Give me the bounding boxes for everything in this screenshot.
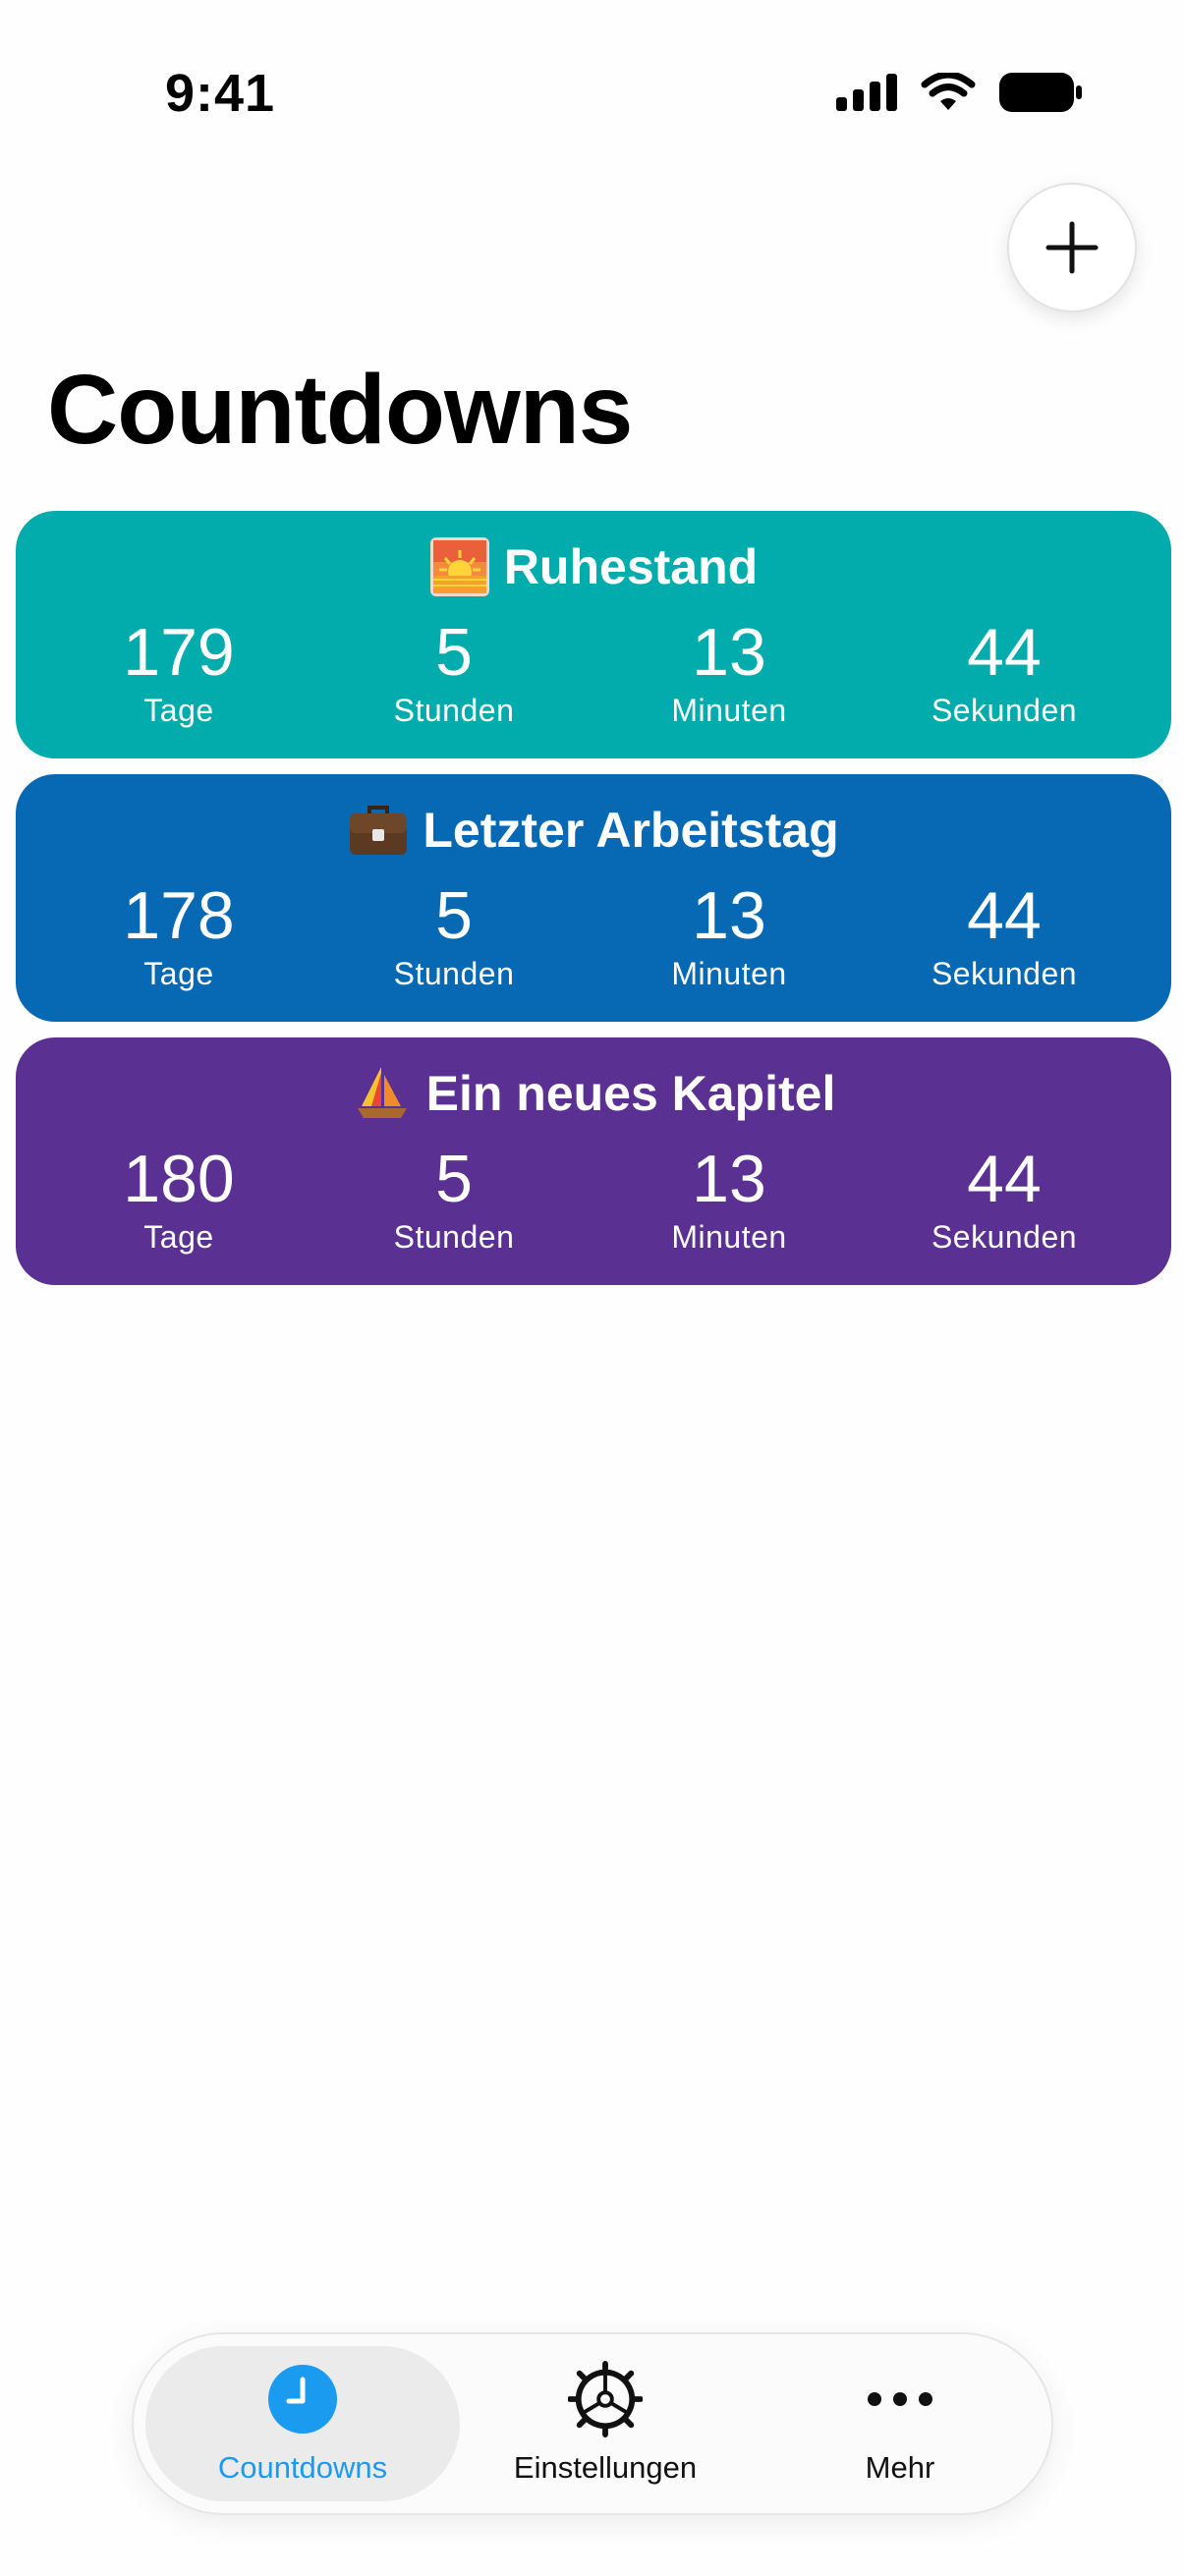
seconds-value: 44	[967, 1142, 1042, 1216]
clock-icon	[265, 2362, 340, 2436]
card-title: Ein neues Kapitel	[425, 1066, 836, 1121]
plus-icon	[1045, 221, 1099, 274]
minutes-value: 13	[692, 1142, 766, 1216]
minutes-unit: 13 Minuten	[601, 617, 857, 731]
card-header: Ruhestand	[16, 536, 1171, 597]
tab-more[interactable]: Mehr	[753, 2346, 1047, 2501]
seconds-label: Sekunden	[931, 1219, 1078, 1255]
tab-bar: Countdowns Einstellungen Mehr	[132, 2332, 1053, 2515]
countdown-card-ruhestand[interactable]: Ruhestand 179 Tage 5 Stunden 13 Minuten …	[16, 511, 1171, 758]
days-label: Tage	[143, 956, 214, 991]
minutes-label: Minuten	[671, 693, 787, 728]
battery-icon	[999, 73, 1082, 112]
days-value: 180	[123, 1142, 235, 1216]
cellular-signal-icon	[836, 74, 897, 111]
status-time: 9:41	[165, 64, 276, 123]
days-unit: 178 Tage	[51, 880, 307, 994]
add-countdown-button[interactable]	[1007, 183, 1137, 312]
page-title: Countdowns	[47, 355, 633, 465]
card-header: Letzter Arbeitstag	[16, 800, 1171, 861]
days-label: Tage	[143, 1219, 214, 1255]
days-unit: 180 Tage	[51, 1144, 307, 1258]
countdown-card-letzter-arbeitstag[interactable]: Letzter Arbeitstag 178 Tage 5 Stunden 13…	[16, 774, 1171, 1022]
minutes-label: Minuten	[671, 1219, 787, 1255]
hours-unit: 5 Stunden	[326, 617, 582, 731]
hours-label: Stunden	[393, 956, 515, 991]
hours-value: 5	[435, 878, 473, 953]
hours-unit: 5 Stunden	[326, 1144, 582, 1258]
days-label: Tage	[143, 693, 214, 728]
countdown-card-ein-neues-kapitel[interactable]: Ein neues Kapitel 180 Tage 5 Stunden 13 …	[16, 1037, 1171, 1285]
card-header: Ein neues Kapitel	[16, 1063, 1171, 1124]
tab-label-more: Mehr	[865, 2450, 935, 2485]
days-value: 179	[123, 615, 235, 690]
status-icons	[836, 73, 1082, 112]
tab-countdowns[interactable]: Countdowns	[145, 2346, 460, 2501]
seconds-value: 44	[967, 615, 1042, 690]
countdown-list: Ruhestand 179 Tage 5 Stunden 13 Minuten …	[16, 511, 1171, 1285]
tab-label-countdowns: Countdowns	[217, 2450, 388, 2485]
wifi-icon	[921, 73, 976, 110]
minutes-value: 13	[692, 878, 766, 953]
sailboat-emoji-icon	[357, 1067, 407, 1118]
minutes-unit: 13 Minuten	[601, 1144, 857, 1258]
seconds-unit: 44 Sekunden	[876, 1144, 1132, 1258]
seconds-label: Sekunden	[931, 956, 1078, 991]
hours-value: 5	[435, 1142, 473, 1216]
card-title: Ruhestand	[503, 539, 759, 594]
card-units: 180 Tage 5 Stunden 13 Minuten 44 Sekunde…	[16, 1144, 1171, 1271]
tab-label-settings: Einstellungen	[513, 2450, 698, 2485]
minutes-label: Minuten	[671, 956, 787, 991]
more-dots-icon	[863, 2362, 937, 2436]
minutes-unit: 13 Minuten	[601, 880, 857, 994]
hours-label: Stunden	[393, 1219, 515, 1255]
seconds-unit: 44 Sekunden	[876, 880, 1132, 994]
sunrise-emoji-icon	[429, 537, 489, 596]
hours-unit: 5 Stunden	[326, 880, 582, 994]
seconds-unit: 44 Sekunden	[876, 617, 1132, 731]
tab-settings[interactable]: Einstellungen	[458, 2346, 753, 2501]
seconds-value: 44	[967, 878, 1042, 953]
card-units: 179 Tage 5 Stunden 13 Minuten 44 Sekunde…	[16, 617, 1171, 745]
briefcase-emoji-icon	[350, 806, 408, 855]
card-units: 178 Tage 5 Stunden 13 Minuten 44 Sekunde…	[16, 880, 1171, 1008]
seconds-label: Sekunden	[931, 693, 1078, 728]
days-unit: 179 Tage	[51, 617, 307, 731]
gear-icon	[568, 2361, 643, 2437]
countdowns-screen: 9:41 Countdowns Ruhestand 179 Tage 5 Stu…	[0, 0, 1185, 2576]
hours-label: Stunden	[393, 693, 515, 728]
minutes-value: 13	[692, 615, 766, 690]
card-title: Letzter Arbeitstag	[423, 803, 839, 858]
days-value: 178	[123, 878, 235, 953]
hours-value: 5	[435, 615, 473, 690]
